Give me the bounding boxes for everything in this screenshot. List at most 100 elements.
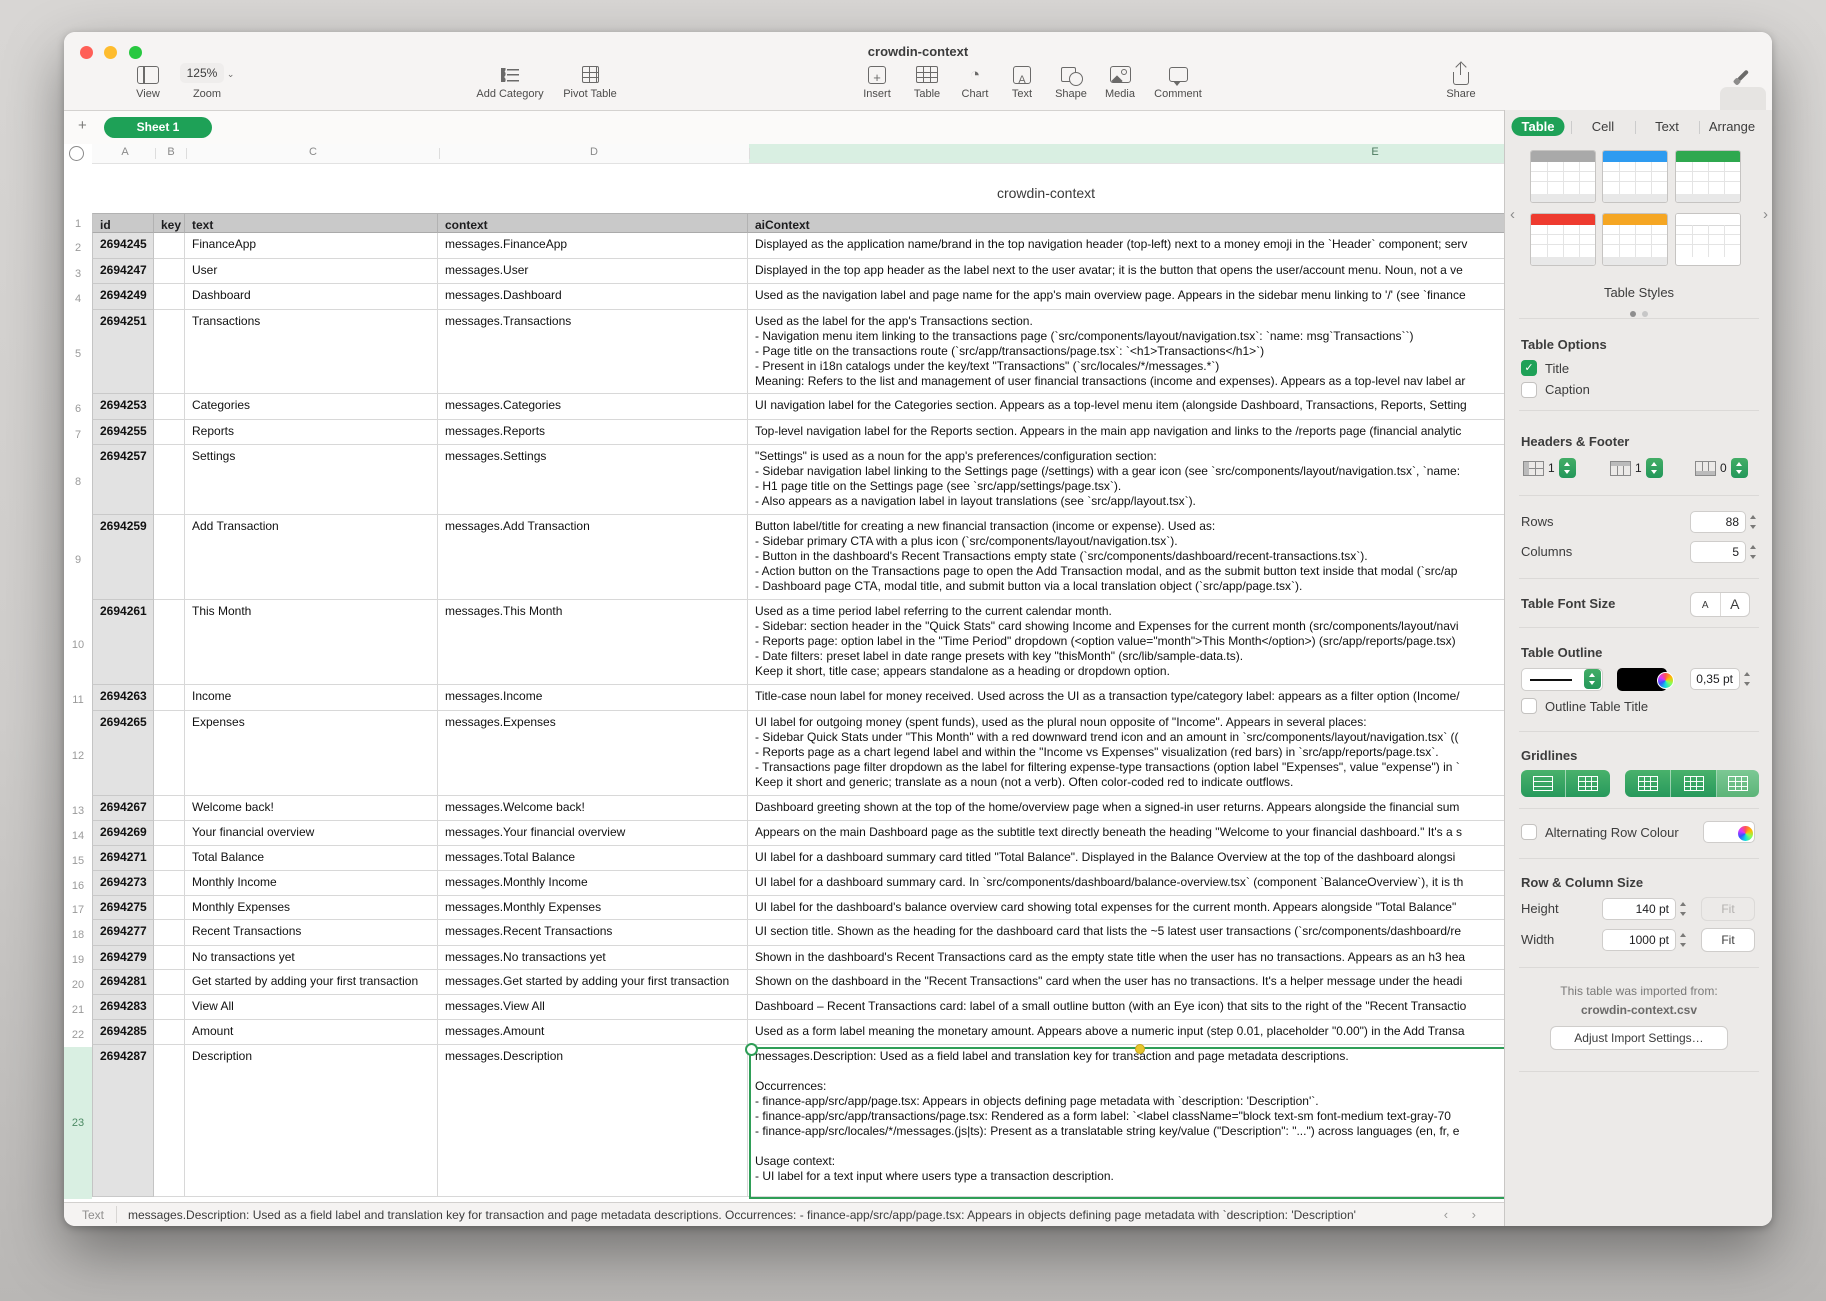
cell-text[interactable]: Transactions — [185, 310, 438, 394]
status-nav-arrows[interactable]: ‹ › — [1444, 1207, 1486, 1222]
cell-text[interactable]: Income — [185, 685, 438, 711]
styles-next-icon[interactable]: › — [1763, 206, 1768, 223]
outline-table-title-label[interactable]: Outline Table Title — [1545, 699, 1648, 714]
tab-text[interactable]: Text — [1645, 117, 1689, 136]
header-context[interactable]: context — [438, 213, 748, 233]
row-number-gutter[interactable]: 1234567891011121314151617181920212223 — [64, 170, 92, 1199]
table-row[interactable]: 2694271Total Balancemessages.Total Balan… — [92, 846, 1504, 871]
styles-pagination[interactable] — [1505, 304, 1772, 322]
cell-text[interactable]: Recent Transactions — [185, 920, 438, 946]
columns-input[interactable]: 5 — [1690, 541, 1746, 563]
alternating-row-colour-label[interactable]: Alternating Row Colour — [1545, 825, 1679, 840]
cell-aicontext[interactable]: Dashboard greeting shown at the top of t… — [748, 796, 1504, 821]
cell-id[interactable]: 2694245 — [92, 233, 154, 259]
table-style-thumbnail[interactable] — [1530, 150, 1596, 203]
cell-text[interactable]: Amount — [185, 1020, 438, 1045]
rows-input[interactable]: 88 — [1690, 511, 1746, 533]
cell-context[interactable]: messages.View All — [438, 995, 748, 1020]
row-number[interactable]: 8 — [64, 447, 92, 517]
cell-id[interactable]: 2694269 — [92, 821, 154, 846]
cell-aicontext[interactable]: Top-level navigation label for the Repor… — [748, 420, 1504, 445]
share-button[interactable]: Share — [1411, 62, 1511, 100]
cell-aicontext[interactable]: Dashboard – Recent Transactions card: la… — [748, 995, 1504, 1020]
height-stepper-icon[interactable] — [1678, 899, 1689, 919]
footer-rows-stepper[interactable]: 0 — [1695, 458, 1748, 478]
cell-context[interactable]: messages.Amount — [438, 1020, 748, 1045]
row-number[interactable]: 4 — [64, 286, 92, 312]
comment-button[interactable]: Comment — [1128, 62, 1228, 100]
cell-key[interactable] — [154, 821, 185, 846]
cell-context[interactable]: messages.Dashboard — [438, 284, 748, 310]
table-style-thumbnail[interactable] — [1530, 213, 1596, 266]
row-number[interactable] — [64, 170, 92, 213]
cell-key[interactable] — [154, 896, 185, 920]
cell-key[interactable] — [154, 970, 185, 995]
cell-text[interactable]: Welcome back! — [185, 796, 438, 821]
cell-text[interactable]: This Month — [185, 600, 438, 685]
cell-text[interactable]: Expenses — [185, 711, 438, 796]
cell-id[interactable]: 2694257 — [92, 445, 154, 515]
cell-id[interactable]: 2694277 — [92, 920, 154, 946]
gridlines-header-row-button[interactable] — [1671, 770, 1717, 797]
cell-key[interactable] — [154, 515, 185, 600]
alternating-row-colour-checkbox[interactable] — [1521, 824, 1537, 840]
column-header-strip[interactable]: A B C D E — [92, 144, 1504, 164]
zoom-control[interactable]: 125% ⌄ Zoom — [157, 62, 257, 100]
cell-id[interactable]: 2694255 — [92, 420, 154, 445]
cell-key[interactable] — [154, 233, 185, 259]
cell-aicontext[interactable]: Title-case noun label for money received… — [748, 685, 1504, 711]
formula-bar-text[interactable]: messages.Description: Used as a field la… — [128, 1208, 1448, 1222]
cell-text[interactable]: Categories — [185, 394, 438, 420]
row-number[interactable]: 17 — [64, 898, 92, 922]
tab-table[interactable]: Table — [1512, 117, 1565, 136]
row-number[interactable]: 18 — [64, 922, 92, 948]
cell-context[interactable]: messages.Expenses — [438, 711, 748, 796]
height-input[interactable]: 140 pt — [1602, 898, 1676, 920]
table-row[interactable]: 2694259Add Transactionmessages.Add Trans… — [92, 515, 1504, 600]
cell-context[interactable]: messages.No transactions yet — [438, 946, 748, 970]
row-number[interactable]: 23 — [64, 1047, 92, 1199]
cell-context[interactable]: messages.Description — [438, 1045, 748, 1197]
cell-text[interactable]: Your financial overview — [185, 821, 438, 846]
cell-aicontext[interactable]: UI navigation label for the Categories s… — [748, 394, 1504, 420]
cell-text[interactable]: FinanceApp — [185, 233, 438, 259]
gridlines-vertical-button[interactable] — [1566, 770, 1610, 797]
row-number[interactable]: 19 — [64, 948, 92, 972]
cell-context[interactable]: messages.Categories — [438, 394, 748, 420]
cell-text[interactable]: No transactions yet — [185, 946, 438, 970]
row-number[interactable]: 2 — [64, 235, 92, 261]
table-row[interactable]: 2694251Transactionsmessages.Transactions… — [92, 310, 1504, 394]
cell-id[interactable]: 2694285 — [92, 1020, 154, 1045]
cell-context[interactable]: messages.Recent Transactions — [438, 920, 748, 946]
cell-context[interactable]: messages.Welcome back! — [438, 796, 748, 821]
cell-aicontext[interactable]: Appears on the main Dashboard page as th… — [748, 821, 1504, 846]
cell-key[interactable] — [154, 871, 185, 896]
width-input[interactable]: 1000 pt — [1602, 929, 1676, 951]
columns-stepper-icon[interactable] — [1748, 542, 1759, 562]
table-row[interactable]: 2694279No transactions yetmessages.No tr… — [92, 946, 1504, 970]
cell-text[interactable]: Description — [185, 1045, 438, 1197]
row-number[interactable]: 22 — [64, 1022, 92, 1047]
cell-id[interactable]: 2694273 — [92, 871, 154, 896]
cell-id[interactable]: 2694263 — [92, 685, 154, 711]
cell-aicontext[interactable]: UI label for a dashboard summary card ti… — [748, 846, 1504, 871]
sheet-tab[interactable]: Sheet 1 — [104, 117, 212, 138]
table-row[interactable]: 2694261This Monthmessages.This MonthUsed… — [92, 600, 1504, 685]
cell-aicontext[interactable]: Displayed in the top app header as the l… — [748, 259, 1504, 284]
cell-key[interactable] — [154, 420, 185, 445]
cell-context[interactable]: messages.Monthly Expenses — [438, 896, 748, 920]
cell-context[interactable]: messages.Settings — [438, 445, 748, 515]
header-rows-stepper[interactable]: 1 — [1610, 458, 1663, 478]
cell-context[interactable]: messages.Total Balance — [438, 846, 748, 871]
cell-context[interactable]: messages.Your financial overview — [438, 821, 748, 846]
cell-aicontext[interactable]: Displayed as the application name/brand … — [748, 233, 1504, 259]
cell-aicontext[interactable]: Shown on the dashboard in the "Recent Tr… — [748, 970, 1504, 995]
cell-context[interactable]: messages.User — [438, 259, 748, 284]
cell-id[interactable]: 2694249 — [92, 284, 154, 310]
font-size-segment[interactable]: AA — [1690, 592, 1750, 617]
cell-key[interactable] — [154, 310, 185, 394]
cell-id[interactable]: 2694267 — [92, 796, 154, 821]
table-style-thumbnail[interactable] — [1675, 213, 1741, 266]
cell-id[interactable]: 2694265 — [92, 711, 154, 796]
cell-key[interactable] — [154, 685, 185, 711]
